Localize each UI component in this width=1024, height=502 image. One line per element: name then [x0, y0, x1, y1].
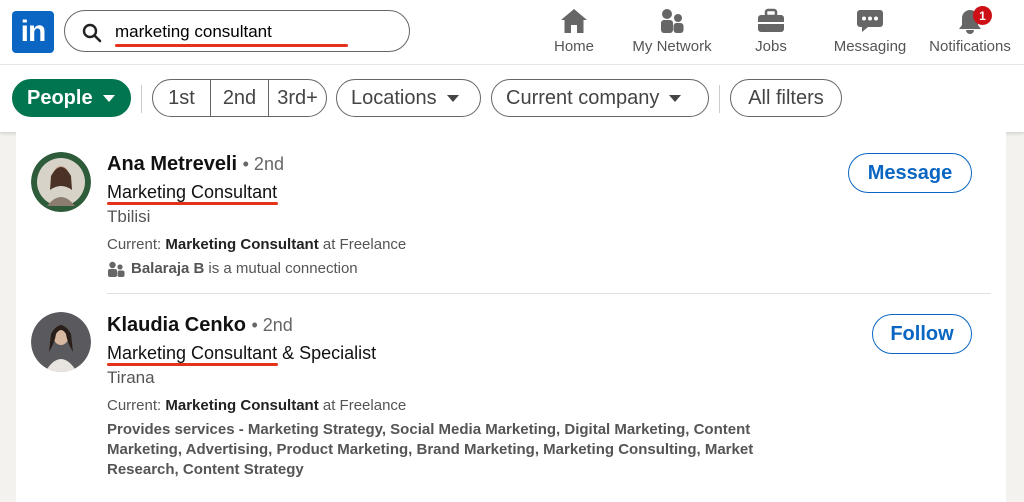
briefcase-icon [756, 6, 786, 36]
nav-jobs[interactable]: Jobs [748, 6, 794, 58]
current-prefix: Current: [107, 397, 166, 414]
search-filter-bar: People 1st 2nd 3rd+ Locations Current co… [0, 64, 1024, 132]
current-company: at Freelance [318, 236, 407, 253]
nav-my-network[interactable]: My Network [626, 6, 718, 58]
nav-jobs-label: Jobs [755, 38, 787, 55]
degree-2nd-button[interactable]: 2nd [210, 80, 268, 116]
all-filters-label: All filters [748, 86, 824, 109]
list-item: Ana Metreveli • 2nd Marketing Consultant… [16, 132, 1006, 294]
mutual-connection[interactable]: Balaraja B is a mutual connection [107, 260, 358, 277]
mutual-connection-text: is a mutual connection [208, 260, 358, 277]
filter-divider [141, 85, 142, 113]
search-query[interactable]: marketing consultant [115, 22, 272, 42]
profile-location: Tirana [107, 368, 155, 387]
caret-down-icon [446, 94, 459, 102]
notification-count-badge: 1 [973, 6, 992, 25]
locations-filter-dropdown[interactable]: Locations [336, 79, 481, 117]
locations-filter-label: Locations [351, 86, 437, 109]
profile-headline: Marketing Consultant [107, 182, 278, 202]
profile-name[interactable]: Ana Metreveli • 2nd [107, 153, 284, 176]
services-prefix: Provides services - [107, 421, 248, 438]
follow-button[interactable]: Follow [872, 314, 972, 354]
nav-notifications-label: Notifications [929, 38, 1011, 55]
search-highlight-underline [115, 44, 348, 47]
profile-name[interactable]: Klaudia Cenko • 2nd [107, 314, 293, 337]
services-summary: Provides services - Marketing Strategy, … [107, 420, 787, 480]
people-filter-dropdown[interactable]: People [12, 79, 131, 117]
current-company-filter-label: Current company [506, 86, 660, 109]
profile-name-text[interactable]: Ana Metreveli [107, 153, 237, 175]
message-button[interactable]: Message [848, 153, 972, 193]
avatar[interactable] [31, 152, 91, 212]
connection-degree: • 2nd [242, 154, 284, 174]
caret-down-icon [669, 94, 682, 102]
network-icon [657, 6, 687, 36]
search-icon [82, 23, 102, 43]
headline-highlight-underline [107, 202, 278, 205]
connection-degree: • 2nd [251, 315, 293, 335]
current-company: at Freelance [318, 397, 407, 414]
nav-home-label: Home [553, 38, 594, 55]
nav-messaging[interactable]: Messaging [828, 6, 912, 58]
profile-headline: Marketing Consultant & Specialist [107, 343, 377, 363]
degree-1st-button[interactable]: 1st [153, 80, 210, 116]
profile-name-text[interactable]: Klaudia Cenko [107, 314, 246, 336]
current-position: Current: Marketing Consultant at Freelan… [107, 236, 406, 253]
search-results-list: Ana Metreveli • 2nd Marketing Consultant… [16, 132, 1006, 502]
nav-messaging-label: Messaging [833, 38, 907, 55]
mutual-connection-name[interactable]: Balaraja B [131, 260, 204, 277]
people-filter-label: People [27, 86, 93, 109]
current-position: Current: Marketing Consultant at Freelan… [107, 397, 406, 414]
people-icon [108, 261, 125, 277]
profile-location: Tbilisi [107, 207, 151, 226]
filter-divider [719, 85, 720, 113]
current-company-filter-dropdown[interactable]: Current company [491, 79, 709, 117]
connection-degree-filter: 1st 2nd 3rd+ [152, 79, 327, 117]
messaging-icon [855, 6, 885, 36]
current-title: Marketing Consultant [165, 236, 319, 253]
linkedin-logo[interactable]: in [12, 11, 54, 53]
current-prefix: Current: [107, 236, 166, 253]
search-input[interactable]: marketing consultant [64, 10, 410, 52]
nav-notifications[interactable]: 1 Notifications [922, 6, 1018, 58]
degree-3rd-button[interactable]: 3rd+ [268, 80, 326, 116]
current-title: Marketing Consultant [165, 397, 319, 414]
home-icon [559, 6, 589, 36]
top-nav-bar: in marketing consultant Home My Network [0, 0, 1024, 64]
headline-highlight-underline [107, 363, 278, 366]
logo-text: in [20, 15, 47, 48]
nav-home[interactable]: Home [548, 6, 600, 58]
list-item: Klaudia Cenko • 2nd Marketing Consultant… [16, 294, 1006, 502]
caret-down-icon [102, 94, 115, 102]
nav-my-network-label: My Network [632, 38, 712, 55]
avatar[interactable] [31, 312, 91, 372]
all-filters-button[interactable]: All filters [730, 79, 842, 117]
